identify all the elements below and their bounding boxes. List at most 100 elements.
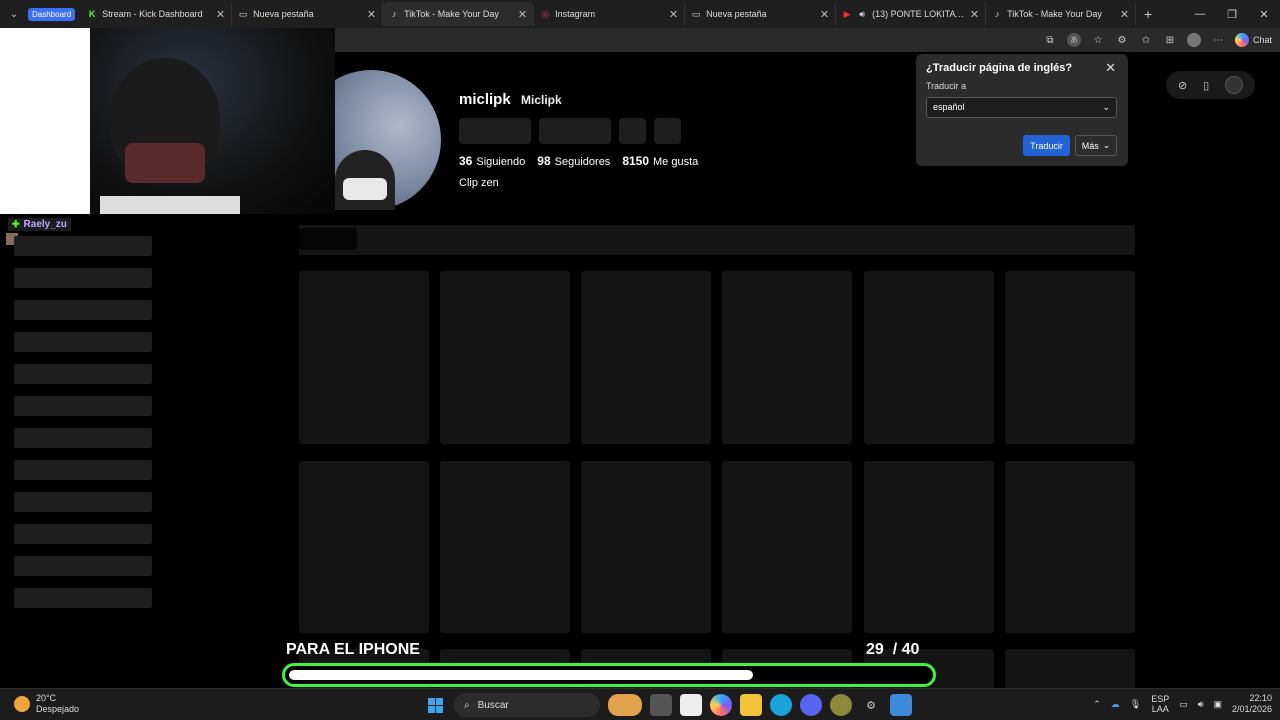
volume-icon[interactable]: 🔊︎ [1198,699,1204,710]
tab-kick-dashboard[interactable]: K Stream - Kick Dashboard ✕ [81,2,233,26]
collections-icon[interactable]: ⊞ [1163,33,1177,47]
weather-desc: Despejado [36,704,80,714]
profile-username: miclipk [459,91,511,108]
favorites-icon[interactable]: ✩ [1139,33,1153,47]
webcam-overlay [0,28,335,214]
translate-icon[interactable]: あ [1066,33,1081,47]
settings-icon[interactable]: ⚙ [860,694,882,716]
compass-icon[interactable]: ⊘ [1178,79,1187,92]
video-thumbnail-placeholder[interactable] [722,461,852,633]
more-options-icon[interactable]: ⋯ [1211,33,1225,47]
chat-username: ✚ Raely_zu [8,218,71,231]
video-thumbnail-placeholder[interactable] [581,271,711,444]
search-box[interactable]: ⌕ Buscar [454,693,600,717]
profile-stats: 36 Siguiendo 98 Seguidores 8150 Me gusta [459,154,698,168]
user-avatar-icon[interactable] [1225,76,1244,94]
tiktok-icon: ♪ [391,9,397,19]
tab-tiktok-1[interactable]: ♪ TikTok - Make Your Day ✕ [383,2,535,26]
task-view-icon[interactable] [650,694,672,716]
video-thumbnail-placeholder[interactable] [1005,461,1135,633]
close-icon[interactable]: ✕ [669,8,678,21]
tab-title: Nueva pestaña [253,9,314,19]
profile-avatar-icon[interactable] [1186,33,1201,47]
tab-new-tab-2[interactable]: ▭ Nueva pestaña ✕ [685,2,837,26]
profile-avatar [335,70,441,210]
video-thumbnail-placeholder[interactable] [1005,649,1135,689]
video-thumbnail-placeholder[interactable] [864,271,994,444]
badge-icon: ✚ [12,219,20,229]
windows-taskbar: 20°C Despejado ⌕ Buscar ⚙ ⌃ ☁ 🎙︎ ESP LAA … [0,688,1280,720]
microphone-icon[interactable]: 🎙︎ [1130,699,1141,710]
store-icon[interactable] [680,694,702,716]
message-button[interactable] [539,118,611,144]
onedrive-icon[interactable]: ☁ [1111,699,1120,710]
add-friend-button[interactable] [619,118,646,144]
address-bar: ⧉ あ ☆ ⚙ ✩ ⊞ ⋯ Chat [335,28,1280,52]
more-button[interactable]: Más ⌄ [1075,135,1117,156]
tab-title: (13) PONTE LOKITA - Katteyes [872,9,965,19]
close-icon[interactable]: ✕ [1105,60,1116,76]
close-icon[interactable]: ✕ [820,8,829,21]
follow-button[interactable] [459,118,531,144]
chrome-icon[interactable] [830,694,852,716]
photos-icon[interactable] [890,694,912,716]
video-thumbnail-placeholder[interactable] [299,461,429,633]
phone-icon[interactable]: ▯ [1203,79,1209,92]
goal-count: 29 / 40 [866,641,920,658]
close-icon[interactable]: ✕ [1120,8,1129,21]
file-explorer-icon[interactable] [740,694,762,716]
new-tab-button[interactable]: + [1136,6,1160,22]
network-icon[interactable]: ▭ [1179,699,1188,710]
video-thumbnail-placeholder[interactable] [299,271,429,444]
skeleton-row [14,588,152,608]
translate-button[interactable]: Traducir [1023,135,1070,156]
tab-tiktok-2[interactable]: ♪ TikTok - Make Your Day ✕ [986,2,1137,26]
video-thumbnail-placeholder[interactable] [440,271,570,444]
video-thumbnail-placeholder[interactable] [1005,271,1135,444]
favorite-star-icon[interactable]: ☆ [1091,33,1105,47]
restore-icon[interactable]: ❐ [1216,8,1248,21]
tab-instagram[interactable]: ◎ Instagram ✕ [534,2,686,26]
profile-button[interactable]: Dashboard [28,7,76,21]
close-icon[interactable]: ✕ [970,8,979,21]
video-thumbnail-placeholder[interactable] [722,271,852,444]
video-thumbnail-placeholder[interactable] [581,461,711,633]
edge-icon[interactable] [770,694,792,716]
chat-label: Chat [1252,35,1272,45]
following-stat[interactable]: 36 Siguiendo [459,154,525,168]
chevron-up-icon[interactable]: ⌃ [1093,699,1101,710]
close-icon[interactable]: ✕ [367,8,376,21]
widgets-icon[interactable] [608,694,642,716]
tab-actions-menu-icon[interactable]: ⌄ [0,0,28,28]
skeleton-row [14,364,152,384]
search-icon: ⌕ [464,699,470,711]
copilot-app-icon[interactable] [710,694,732,716]
kick-icon: K [88,9,96,19]
discord-icon[interactable] [800,694,822,716]
weather-widget[interactable]: 20°C Despejado [14,693,79,715]
clock[interactable]: 22:10 2/01/2026 [1232,693,1272,715]
close-window-icon[interactable]: ✕ [1248,8,1280,21]
tab-youtube[interactable]: ▶ 🔊︎ (13) PONTE LOKITA - Katteyes ✕ [836,2,987,26]
video-thumbnail-placeholder[interactable] [440,461,570,633]
skeleton-row [14,428,152,448]
copilot-chat-button[interactable]: Chat [1234,33,1272,47]
more-options-button[interactable] [654,118,681,144]
tab-new-tab-1[interactable]: ▭ Nueva pestaña ✕ [232,2,384,26]
battery-icon[interactable]: ▣ [1213,699,1222,710]
tab-videos[interactable] [299,228,357,250]
minimize-icon[interactable]: — [1184,8,1216,21]
video-thumbnail-placeholder[interactable] [864,461,994,633]
followers-stat[interactable]: 98 Seguidores [537,154,610,168]
speaker-icon[interactable]: 🔊︎ [857,9,867,19]
language-indicator[interactable]: ESP LAA [1151,694,1169,714]
close-icon[interactable]: ✕ [518,8,527,21]
extensions-icon[interactable]: ⚙ [1115,33,1129,47]
streamer-mask [125,143,205,183]
close-icon[interactable]: ✕ [216,8,225,21]
weather-temp: 20°C [36,693,57,703]
open-in-app-icon[interactable]: ⧉ [1043,33,1057,47]
skeleton-row [14,268,152,288]
start-button[interactable] [424,694,446,716]
language-select[interactable]: español ⌄ [926,97,1117,118]
